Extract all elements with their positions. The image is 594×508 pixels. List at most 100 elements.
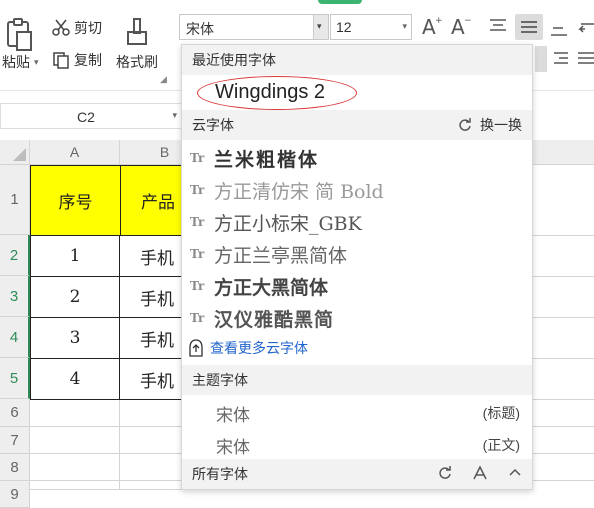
upload-icon	[189, 339, 203, 357]
center-align-icon[interactable]	[535, 46, 547, 72]
gridline	[533, 235, 594, 236]
cloud-fonts-header: 云字体 换一换	[182, 110, 532, 140]
collapse-icon[interactable]	[508, 465, 522, 481]
theme-fonts-header: 主题字体	[182, 365, 532, 395]
row-header-3[interactable]: 3	[0, 276, 30, 317]
font-size-select[interactable]: 12 ▾	[330, 14, 412, 40]
font-dropdown-panel: 最近使用字体 Wingdings 2 云字体 换一换 Tr 兰米粗楷体 Tr 方…	[181, 44, 533, 490]
row-header-4[interactable]: 4	[0, 317, 30, 358]
gridline	[533, 399, 594, 400]
cloud-font-item[interactable]: Tr 方正大黑简体	[182, 269, 532, 301]
recent-font-item[interactable]: Wingdings 2	[182, 75, 532, 115]
theme-fonts-title: 主题字体	[192, 372, 248, 388]
align-middle-icon[interactable]	[515, 14, 543, 40]
row-header-6[interactable]: 6	[0, 399, 30, 427]
all-fonts-title: 所有字体	[192, 466, 248, 482]
justify-icon[interactable]	[578, 50, 594, 71]
align-bottom-icon[interactable]	[550, 20, 568, 41]
format-painter-icon[interactable]	[124, 16, 150, 48]
font-name-value: 宋体	[186, 21, 214, 37]
paste-label: 粘贴	[2, 54, 30, 70]
cloud-font-item[interactable]: Tr 汉仪雅酷黑简	[182, 301, 532, 333]
active-tab-indicator	[318, 0, 362, 4]
align-top-icon[interactable]	[488, 18, 508, 39]
chevron-down-icon: ▾	[34, 56, 39, 67]
gridline	[533, 426, 594, 427]
theme-font-item[interactable]: 宋体 (标题)	[182, 395, 532, 427]
font-name-select[interactable]: 宋体 ▾	[179, 14, 329, 40]
svg-text:A: A	[451, 15, 465, 37]
theme-font-tag: (标题)	[482, 405, 520, 421]
font-settings-icon[interactable]	[472, 465, 488, 481]
decrease-font-size-icon[interactable]: A −	[450, 15, 472, 40]
cloud-font-name: 方正大黑简体	[214, 277, 329, 299]
cloud-font-item[interactable]: Tr 方正小标宋_GBK	[182, 205, 532, 237]
select-all-corner[interactable]	[0, 140, 30, 165]
cell-a2[interactable]: 1	[30, 236, 120, 277]
paste-icon[interactable]	[4, 18, 34, 52]
dialog-launcher-icon[interactable]: ◢	[160, 74, 167, 85]
theme-font-name: 宋体	[216, 438, 250, 458]
cut-label: 剪切	[74, 20, 102, 36]
cloud-font-name: 兰米粗楷体	[214, 149, 320, 171]
cloud-font-icon: Tr	[190, 279, 205, 293]
gridline	[533, 453, 594, 454]
cell-a8[interactable]	[30, 454, 120, 481]
cell-a7[interactable]	[30, 427, 120, 454]
gridline	[533, 358, 594, 359]
cloud-font-icon: Tr	[190, 311, 205, 325]
copy-label: 复制	[74, 52, 102, 68]
format-painter-button[interactable]: 格式刷	[116, 52, 158, 72]
name-box[interactable]: C2 ▾	[0, 103, 182, 129]
recent-fonts-header: 最近使用字体	[182, 45, 532, 75]
cloud-font-icon: Tr	[190, 151, 205, 165]
refresh-icon	[459, 118, 471, 131]
align-right-icon[interactable]	[552, 50, 570, 71]
cloud-fonts-title: 云字体	[192, 117, 234, 133]
all-fonts-header: 所有字体	[182, 459, 532, 489]
gridline	[533, 276, 594, 277]
cut-button[interactable]: 剪切	[52, 18, 102, 38]
recent-font-name: Wingdings 2	[215, 81, 326, 103]
theme-font-tag: (正文)	[482, 437, 520, 453]
row-header-1[interactable]: 1	[0, 165, 30, 235]
more-cloud-fonts-link[interactable]: 查看更多云字体	[188, 338, 308, 358]
gridline	[533, 480, 594, 481]
column-header-a[interactable]: A	[30, 140, 120, 165]
cell-a4[interactable]: 3	[30, 318, 120, 359]
wrap-text-icon[interactable]	[577, 20, 594, 41]
cloud-font-name: 方正清仿宋 简 Bold	[214, 181, 384, 203]
svg-text:−: −	[464, 16, 472, 26]
chevron-down-icon: ▾	[317, 21, 322, 31]
recent-fonts-title: 最近使用字体	[192, 52, 276, 68]
copy-icon	[53, 52, 69, 69]
increase-font-size-icon[interactable]: A +	[421, 15, 443, 40]
row-header-8[interactable]: 8	[0, 454, 30, 481]
cell-a5[interactable]: 4	[30, 359, 120, 400]
svg-text:A: A	[422, 15, 436, 37]
row-header-9[interactable]: 9	[0, 481, 30, 508]
swap-label: 换一换	[480, 117, 522, 133]
cloud-font-item[interactable]: Tr 方正兰亭黑简体	[182, 237, 532, 269]
cell-a3[interactable]: 2	[30, 277, 120, 318]
theme-font-item[interactable]: 宋体 (正文)	[182, 427, 532, 459]
cloud-font-item[interactable]: Tr 方正清仿宋 简 Bold	[182, 173, 532, 205]
font-name-dropdown-button[interactable]: ▾	[313, 15, 328, 39]
theme-font-name: 宋体	[216, 406, 250, 426]
paste-button[interactable]: 粘贴 ▾	[2, 52, 39, 72]
cell-a6[interactable]	[30, 400, 120, 427]
swap-button[interactable]: 换一换	[458, 110, 522, 140]
cell-a9[interactable]	[30, 481, 120, 490]
gridline	[533, 317, 594, 318]
row-header-5[interactable]: 5	[0, 358, 30, 399]
row-header-7[interactable]: 7	[0, 427, 30, 454]
cell-a1[interactable]: 序号	[30, 165, 121, 236]
row-header-2[interactable]: 2	[0, 235, 30, 276]
copy-button[interactable]: 复制	[52, 50, 102, 70]
cloud-font-item[interactable]: Tr 兰米粗楷体	[182, 141, 532, 173]
more-cloud-fonts-label: 查看更多云字体	[210, 340, 308, 356]
name-box-value: C2	[77, 109, 95, 125]
cloud-font-name: 方正兰亭黑简体	[214, 245, 348, 267]
font-size-value: 12	[336, 19, 352, 35]
refresh-icon[interactable]	[438, 465, 452, 481]
